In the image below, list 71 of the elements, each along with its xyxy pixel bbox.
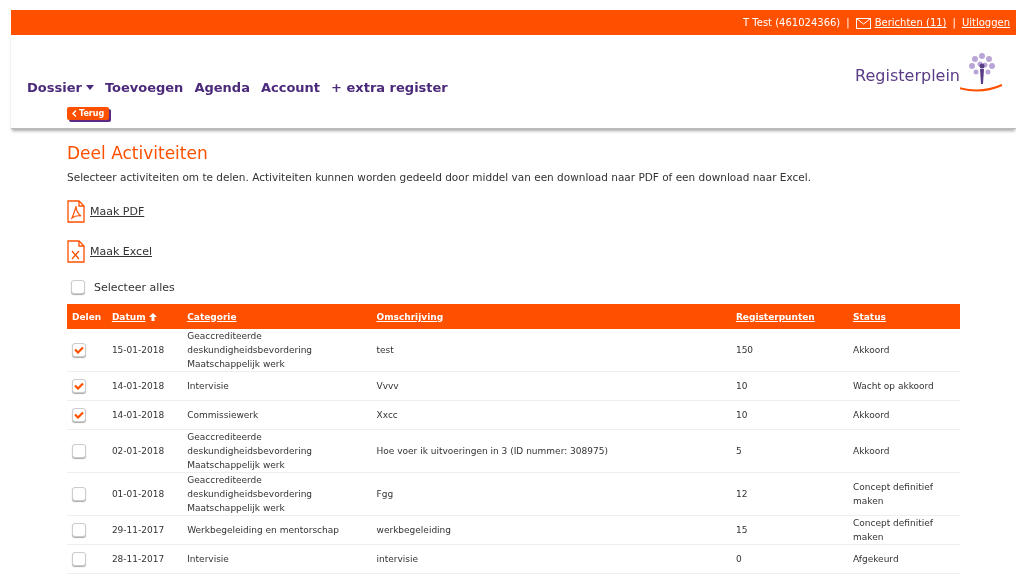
table-cell: Vvvv — [376, 381, 399, 391]
column-header[interactable]: Status — [852, 311, 886, 322]
column-header[interactable]: Categorie — [187, 311, 237, 322]
table-cell: Geaccrediteerde deskundigheidsbevordering Maatschappelijk werk — [187, 432, 313, 470]
logo-text: Registerplein — [855, 66, 960, 85]
download-link[interactable]: Maak PDF — [90, 205, 145, 218]
column-header[interactable]: Omschrijving — [376, 311, 444, 322]
nav-link[interactable]: Agenda — [194, 80, 250, 95]
table-cell: werkbegeleiding — [376, 525, 452, 535]
nav-link[interactable]: + extra register — [331, 80, 448, 95]
table-cell: 29-11-2017 — [111, 525, 165, 535]
row-checkbox[interactable] — [72, 444, 86, 458]
row-checkbox[interactable] — [72, 408, 86, 422]
table-cell: 02-01-2018 — [111, 446, 165, 456]
table-cell: Concept definitief maken — [852, 518, 933, 542]
separator: | — [952, 17, 956, 28]
table-cell: 10 — [735, 410, 748, 420]
table-cell: test — [376, 345, 394, 355]
table-cell: Afgekeurd — [852, 554, 899, 564]
nav-link[interactable]: Dossier — [27, 80, 94, 95]
table-cell: Concept definitief maken — [852, 482, 933, 506]
table-cell: 01-01-2018 — [111, 489, 165, 499]
table-cell: 10 — [735, 381, 748, 391]
table-cell: Werkbegeleiding en mentorschap — [187, 525, 339, 535]
row-checkbox[interactable] — [72, 523, 86, 537]
table-cell: 150 — [735, 345, 754, 355]
chevron-left-icon — [72, 110, 77, 117]
select-all-label: Selecteer alles — [94, 280, 175, 294]
intro-text: Selecteer activiteiten om te delen. Activiteiten kunnen worden gedeeld door middel van een download naar PDF of een download naar Excel. — [67, 171, 812, 183]
select-all-checkbox[interactable] — [71, 280, 85, 294]
envelope-icon — [855, 16, 872, 29]
nav-link[interactable]: Toevoegen — [104, 80, 184, 95]
table-cell: Akkoord — [852, 446, 890, 456]
table-cell: Intervisie — [187, 554, 229, 564]
row-checkbox[interactable] — [72, 379, 86, 393]
table-cell: Geaccrediteerde deskundigheidsbevordering Maatschappelijk werk — [187, 475, 313, 513]
logout-link[interactable]: Uitloggen — [961, 17, 1010, 28]
table-cell: Xxcc — [376, 410, 398, 420]
pdf-file-icon — [67, 200, 85, 223]
table-cell: Fgg — [376, 489, 394, 499]
table-cell: Akkoord — [852, 345, 890, 355]
row-checkbox[interactable] — [72, 343, 86, 357]
table-cell: 15 — [735, 525, 748, 535]
user-name: T Test (461024366) — [743, 17, 841, 28]
table-cell: 28-11-2017 — [111, 554, 165, 564]
sort-up-icon — [148, 312, 157, 321]
table-cell: 14-01-2018 — [111, 381, 165, 391]
table-cell: Hoe voer ik uitvoeringen in 3 (ID nummer: 308975) — [376, 446, 608, 456]
column-header: Delen — [72, 311, 102, 322]
back-button[interactable]: Terug — [67, 107, 110, 120]
table-cell: Wacht op akkoord — [852, 381, 934, 391]
table-cell: 15-01-2018 — [111, 345, 165, 355]
separator: | — [846, 17, 850, 28]
table-cell: Akkoord — [852, 410, 890, 420]
row-checkbox[interactable] — [72, 487, 86, 501]
nav-link[interactable]: Account — [260, 80, 321, 95]
table-cell: 0 — [735, 554, 742, 564]
row-checkbox[interactable] — [72, 552, 86, 566]
table-cell: Geaccrediteerde deskundigheidsbevordering Maatschappelijk werk — [187, 331, 313, 369]
page-title: Deel Activiteiten — [67, 143, 209, 163]
table-cell: 14-01-2018 — [111, 410, 165, 420]
caret-icon — [85, 85, 94, 90]
tree-logo-icon — [960, 51, 1004, 95]
messages-link[interactable]: Berichten (11) — [874, 17, 947, 28]
table-cell: 5 — [735, 446, 742, 456]
table-cell: Commissiewerk — [187, 410, 259, 420]
download-link[interactable]: Maak Excel — [90, 245, 152, 258]
table-cell: intervisie — [376, 554, 419, 564]
table-cell: Intervisie — [187, 381, 229, 391]
table-cell: 12 — [735, 489, 748, 499]
excel-file-icon — [67, 240, 85, 263]
